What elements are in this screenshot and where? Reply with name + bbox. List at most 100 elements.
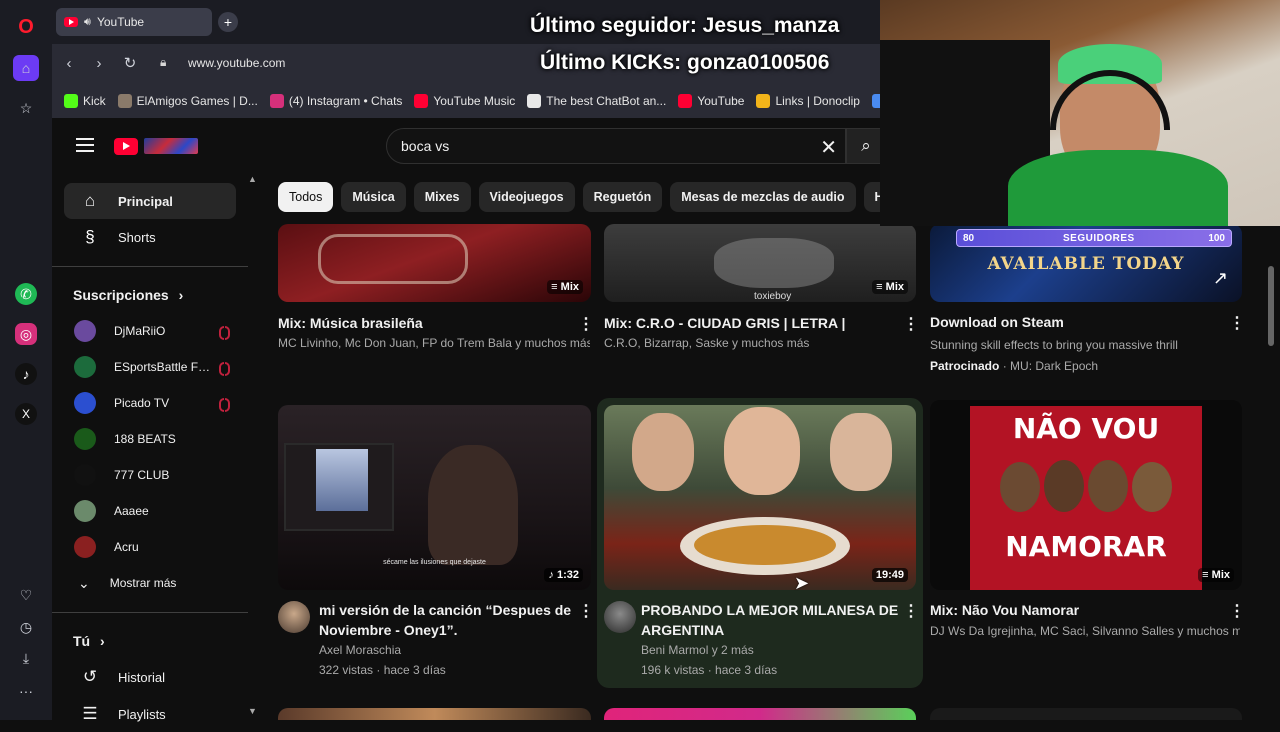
external-link-icon[interactable]: ↗ <box>1213 268 1228 289</box>
channel-avatar[interactable] <box>604 601 636 633</box>
subscription-item[interactable]: Picado TV <box>64 385 240 421</box>
reload-icon[interactable]: ↻ <box>119 53 141 75</box>
opera-logo-icon[interactable]: O <box>13 14 39 40</box>
scroll-up-icon[interactable]: ▲ <box>248 174 257 184</box>
sponsor-name: · MU: Dark Epoch <box>1002 359 1099 373</box>
subscription-item[interactable]: 777 CLUB <box>64 457 240 493</box>
guide-item-principal[interactable]: ⌂ Principal <box>64 183 236 219</box>
more-options-icon[interactable]: ⋮ <box>1229 315 1245 333</box>
whatsapp-icon[interactable]: ✆ <box>15 283 37 305</box>
ad-title[interactable]: Download on Steam <box>930 312 1230 332</box>
video-title[interactable]: Mix: Não Vou Namorar <box>930 600 1230 620</box>
tiktok-icon[interactable]: ♪ <box>15 363 37 385</box>
scroll-down-icon[interactable]: ▼ <box>248 706 257 716</box>
show-more-button[interactable]: ⌄ Mostrar más <box>64 565 240 601</box>
subscription-label: 188 BEATS <box>114 432 176 446</box>
guide-scrollbar[interactable]: ▲ ▼ <box>248 174 257 720</box>
video-title[interactable]: mi versión de la canción “Despues de Nov… <box>319 600 574 640</box>
new-tab-button[interactable]: + <box>218 12 238 32</box>
bookmark-item[interactable]: Kick <box>64 94 106 108</box>
followers-min: 80 <box>963 233 975 244</box>
channel-name[interactable]: Beni Marmol y 2 más <box>641 640 901 660</box>
subscription-item[interactable]: Acru <box>64 529 240 565</box>
video-thumbnail[interactable]: sécame las ilusiones que dejaste ♪ 1:32 <box>278 405 591 590</box>
you-heading[interactable]: Tú › <box>73 633 105 649</box>
followers-max: 100 <box>1208 233 1225 244</box>
more-options-icon[interactable]: ⋮ <box>578 603 594 621</box>
ad-description[interactable]: Stunning skill effects to bring you mass… <box>930 335 1230 355</box>
bookmark-item[interactable]: Goo <box>871 94 880 108</box>
video-meta[interactable]: MC Livinho, Mc Don Juan, FP do Trem Bala… <box>278 333 590 353</box>
tab-youtube[interactable]: 🔊︎ YouTube <box>56 8 212 36</box>
video-thumbnail[interactable]: NÃO VOU NAMORAR ≡ Mix <box>930 400 1242 590</box>
bookmark-item[interactable]: (4) Instagram • Chats <box>269 94 402 108</box>
menu-icon[interactable] <box>76 138 94 152</box>
more-options-icon[interactable]: ⋮ <box>578 316 594 334</box>
video-thumbnail[interactable]: toxieboy ≡ Mix <box>604 224 916 302</box>
chip-filter[interactable]: Hip hop <box>863 182 880 212</box>
video-meta[interactable]: C.R.O, Bizarrap, Saske y muchos más <box>604 333 904 353</box>
thumbnail-plate <box>680 517 850 575</box>
bookmark-item[interactable]: YouTube Music <box>414 94 515 108</box>
chip-filter[interactable]: Videojuegos <box>478 182 575 212</box>
video-meta[interactable]: DJ Ws Da Igrejinha, MC Saci, Silvanno Sa… <box>930 621 1240 641</box>
youtube-logo-icon[interactable] <box>114 138 138 155</box>
guide-item-historial[interactable]: ↺ Historial <box>64 659 236 695</box>
bookmark-favicon-icon <box>64 94 78 108</box>
bookmark-item[interactable]: The best ChatBot an... <box>527 94 666 108</box>
guide-item-label: Shorts <box>118 229 156 245</box>
live-indicator-icon <box>219 326 230 340</box>
video-thumbnail[interactable] <box>930 708 1242 720</box>
instagram-icon[interactable]: ◎ <box>15 323 37 345</box>
chip-selected[interactable]: Todos <box>278 182 334 212</box>
video-thumbnail[interactable] <box>278 708 591 720</box>
bookmark-item[interactable]: YouTube <box>678 94 744 108</box>
heart-icon[interactable]: ♡ <box>13 582 39 608</box>
more-options-icon[interactable]: ··· <box>13 678 39 704</box>
guide-item-playlists[interactable]: ☰ Playlists <box>64 696 236 732</box>
bookmark-item[interactable]: ElAmigos Games | D... <box>117 94 258 108</box>
forward-icon[interactable]: › <box>88 53 110 75</box>
speaker-icon[interactable]: 🔊︎ <box>84 16 91 29</box>
subscriptions-heading[interactable]: Suscripciones › <box>73 287 183 303</box>
bookmark-item[interactable]: Links | Donoclip <box>756 94 860 108</box>
channel-name[interactable]: Axel Moraschia <box>319 640 574 660</box>
subscription-item[interactable]: DjMaRiiO <box>64 313 240 349</box>
live-indicator-icon <box>219 398 230 412</box>
subscription-item[interactable]: Aaaee <box>64 493 240 529</box>
mix-badge: ≡ Mix <box>547 280 583 294</box>
youtube-doodle-logo[interactable] <box>144 138 198 154</box>
search-input[interactable] <box>401 138 801 154</box>
lock-icon[interactable]: 🔒︎ <box>160 55 166 70</box>
guide-item-shorts[interactable]: § Shorts <box>64 219 236 255</box>
video-title[interactable]: Mix: C.R.O - CIUDAD GRIS | LETRA | <box>604 313 904 333</box>
playlists-icon: ☰ <box>82 704 98 723</box>
subscription-item[interactable]: ESportsBattle Fo... <box>64 349 240 385</box>
download-icon[interactable]: ⤓ <box>13 645 39 671</box>
url-field[interactable]: www.youtube.com <box>188 56 285 70</box>
scrollbar-thumb[interactable] <box>1268 266 1274 346</box>
history-clock-icon[interactable]: ◷ <box>13 614 39 640</box>
video-thumbnail[interactable]: ≡ Mix <box>278 224 591 302</box>
home-sidebar-icon[interactable]: ⌂ <box>13 55 39 81</box>
more-options-icon[interactable]: ⋮ <box>903 603 919 621</box>
page-scrollbar[interactable] <box>1264 226 1280 720</box>
tab-title: YouTube <box>96 15 145 29</box>
video-thumbnail[interactable]: 19:49 <box>604 405 916 590</box>
back-icon[interactable]: ‹ <box>58 53 80 75</box>
channel-avatar[interactable] <box>278 601 310 633</box>
chip-filter[interactable]: Música <box>341 182 406 212</box>
subscription-item[interactable]: 188 BEATS <box>64 421 240 457</box>
video-thumbnail[interactable] <box>604 708 916 720</box>
chip-filter[interactable]: Mixes <box>413 182 471 212</box>
star-icon[interactable]: ☆ <box>13 95 39 121</box>
video-title[interactable]: PROBANDO LA MEJOR MILANESA DE ARGENTINA <box>641 600 901 640</box>
channel-avatar <box>74 536 96 558</box>
chip-filter[interactable]: Reguetón <box>582 182 663 212</box>
clear-search-icon[interactable]: ✕ <box>820 135 837 160</box>
more-options-icon[interactable]: ⋮ <box>903 316 919 334</box>
chip-filter[interactable]: Mesas de mezclas de audio <box>670 182 856 212</box>
x-twitter-icon[interactable]: X <box>15 403 37 425</box>
video-title[interactable]: Mix: Música brasileña <box>278 313 578 333</box>
more-options-icon[interactable]: ⋮ <box>1229 603 1245 621</box>
